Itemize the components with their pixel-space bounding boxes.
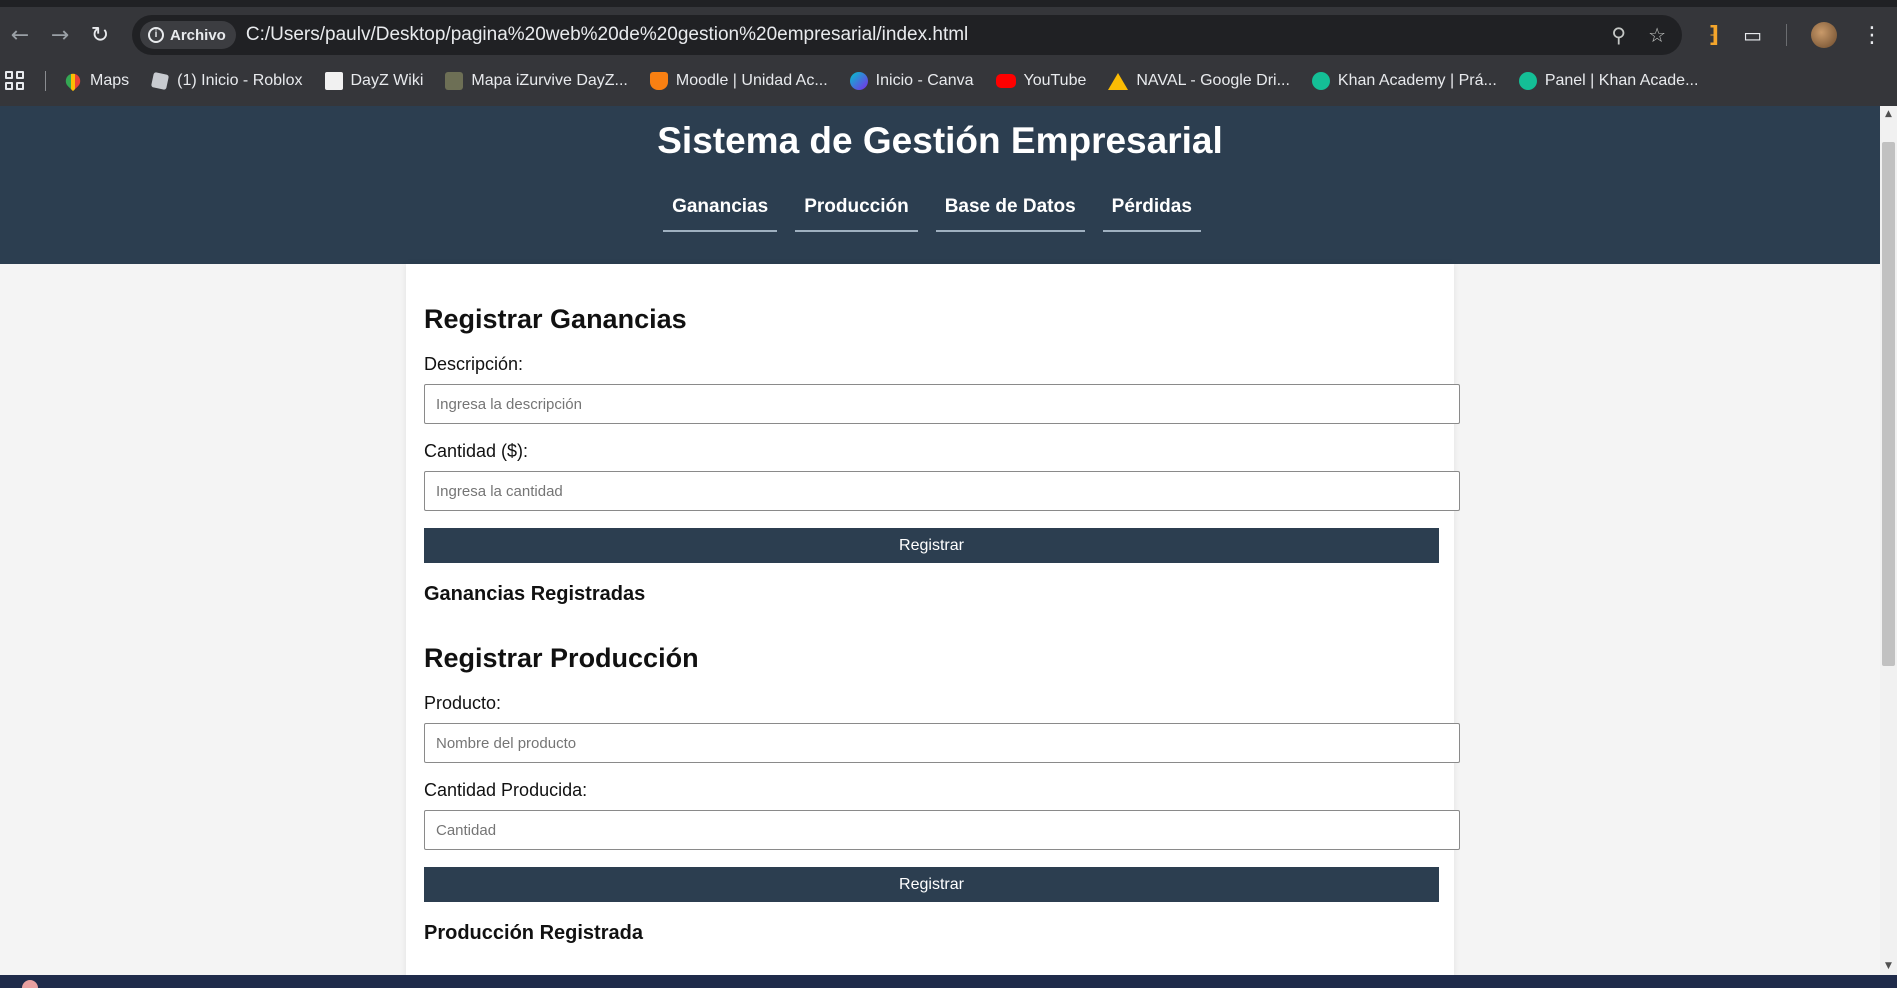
canva-icon bbox=[849, 72, 868, 90]
back-icon[interactable]: ← bbox=[0, 15, 40, 55]
bookmark-label: YouTube bbox=[1023, 72, 1087, 89]
description-input[interactable] bbox=[424, 384, 1460, 424]
drive-icon bbox=[1108, 72, 1129, 90]
bookmarks-bar: Maps (1) Inicio - Roblox DayZ Wiki Mapa … bbox=[0, 64, 1897, 98]
khan-icon bbox=[1518, 72, 1537, 90]
url-text[interactable]: C:/Users/paulv/Desktop/pagina%20web%20de… bbox=[246, 24, 968, 46]
address-bar[interactable]: i Archivo C:/Users/paulv/Desktop/pagina%… bbox=[132, 15, 1682, 55]
toolbar-divider bbox=[1786, 24, 1787, 46]
scroll-thumb[interactable] bbox=[1882, 142, 1895, 666]
register-ganancias-button[interactable]: Registrar bbox=[424, 528, 1439, 563]
forward-icon[interactable]: → bbox=[40, 15, 80, 55]
os-taskbar bbox=[0, 975, 1897, 988]
scroll-down-arrow-icon[interactable]: ▼ bbox=[1880, 958, 1897, 975]
bookmark-roblox[interactable]: (1) Inicio - Roblox bbox=[151, 71, 303, 91]
nav-link-perdidas[interactable]: Pérdidas bbox=[1102, 196, 1201, 232]
reload-icon[interactable]: ↻ bbox=[80, 15, 120, 55]
produccion-list-title: Producción Registrada bbox=[424, 922, 643, 944]
maps-icon bbox=[62, 70, 84, 92]
browser-chrome: ← → ↻ i Archivo C:/Users/paulv/Desktop/p… bbox=[0, 0, 1897, 106]
bookmark-khan-panel[interactable]: Panel | Khan Acade... bbox=[1518, 72, 1699, 90]
bookmark-google-drive[interactable]: NAVAL - Google Dri... bbox=[1108, 72, 1290, 90]
info-icon: i bbox=[148, 27, 164, 43]
extension-icon[interactable]: ⁆ bbox=[1709, 23, 1719, 48]
amount-input[interactable] bbox=[424, 471, 1460, 511]
product-input[interactable] bbox=[424, 723, 1460, 763]
ganancias-list-title: Ganancias Registradas bbox=[424, 583, 646, 605]
bookmark-izurvive[interactable]: Mapa iZurvive DayZ... bbox=[445, 72, 628, 90]
site-header: Sistema de Gestión Empresarial Ganancias… bbox=[0, 106, 1880, 264]
browser-toolbar: ← → ↻ i Archivo C:/Users/paulv/Desktop/p… bbox=[0, 12, 1897, 58]
site-chip-label: Archivo bbox=[170, 26, 226, 44]
bookmark-star-icon[interactable]: ☆ bbox=[1648, 23, 1666, 47]
tab-strip bbox=[0, 0, 1897, 7]
bookmarks-divider bbox=[45, 71, 46, 91]
bookmark-khan-academy[interactable]: Khan Academy | Prá... bbox=[1311, 72, 1497, 90]
site-info-chip[interactable]: i Archivo bbox=[140, 21, 236, 49]
apps-grid-icon[interactable] bbox=[5, 71, 25, 91]
amount-label: Cantidad ($): bbox=[424, 441, 529, 461]
bookmark-label: (1) Inicio - Roblox bbox=[177, 72, 303, 89]
register-produccion-button[interactable]: Registrar bbox=[424, 867, 1439, 902]
page-title: Sistema de Gestión Empresarial bbox=[657, 120, 1223, 161]
roblox-icon bbox=[151, 71, 170, 91]
izurvive-icon bbox=[445, 72, 464, 90]
dayz-icon bbox=[324, 72, 343, 90]
bookmark-label: NAVAL - Google Dri... bbox=[1136, 72, 1290, 89]
bookmark-maps[interactable]: Maps bbox=[62, 70, 130, 92]
bookmark-label: Maps bbox=[90, 72, 130, 89]
nav-link-ganancias[interactable]: Ganancias bbox=[663, 196, 778, 232]
bookmark-label: Moodle | Unidad Ac... bbox=[675, 72, 828, 89]
main-container: Registrar Ganancias Descripción: Cantida… bbox=[406, 264, 1460, 975]
bookmark-label: Khan Academy | Prá... bbox=[1337, 72, 1497, 89]
bookmark-dayz-wiki[interactable]: DayZ Wiki bbox=[324, 72, 424, 90]
ganancias-section-title: Registrar Ganancias bbox=[424, 304, 687, 334]
nav-link-produccion[interactable]: Producción bbox=[795, 196, 918, 232]
nav-link-base-de-datos[interactable]: Base de Datos bbox=[935, 196, 1085, 232]
main-nav: Ganancias Producción Base de Datos Pérdi… bbox=[0, 196, 1872, 232]
khan-icon bbox=[1311, 72, 1330, 90]
extensions-puzzle-icon[interactable]: ▭ bbox=[1743, 23, 1762, 47]
quantity-input[interactable] bbox=[424, 810, 1460, 850]
moodle-icon bbox=[649, 72, 668, 90]
produccion-section-title: Registrar Producción bbox=[424, 643, 699, 673]
bookmark-moodle[interactable]: Moodle | Unidad Ac... bbox=[649, 72, 828, 90]
bookmark-youtube[interactable]: YouTube bbox=[995, 72, 1087, 90]
bookmark-label: DayZ Wiki bbox=[350, 72, 424, 89]
bookmark-canva[interactable]: Inicio - Canva bbox=[849, 72, 974, 90]
quantity-label: Cantidad Producida: bbox=[424, 780, 588, 800]
description-label: Descripción: bbox=[424, 354, 524, 374]
bookmark-label: Panel | Khan Acade... bbox=[1544, 72, 1699, 89]
menu-kebab-icon[interactable]: ⋮ bbox=[1861, 23, 1883, 48]
page-scrollbar[interactable]: ▲ ▼ bbox=[1880, 106, 1897, 975]
page-viewport: Sistema de Gestión Empresarial Ganancias… bbox=[0, 106, 1880, 975]
scroll-up-arrow-icon[interactable]: ▲ bbox=[1880, 106, 1897, 123]
taskbar-app-icon[interactable] bbox=[22, 980, 38, 988]
bookmark-label: Mapa iZurvive DayZ... bbox=[471, 72, 628, 89]
youtube-icon bbox=[995, 74, 1016, 88]
profile-avatar[interactable] bbox=[1811, 22, 1837, 48]
bookmark-label: Inicio - Canva bbox=[875, 72, 974, 89]
product-label: Producto: bbox=[424, 693, 502, 713]
zoom-icon[interactable]: ⚲ bbox=[1611, 23, 1626, 47]
